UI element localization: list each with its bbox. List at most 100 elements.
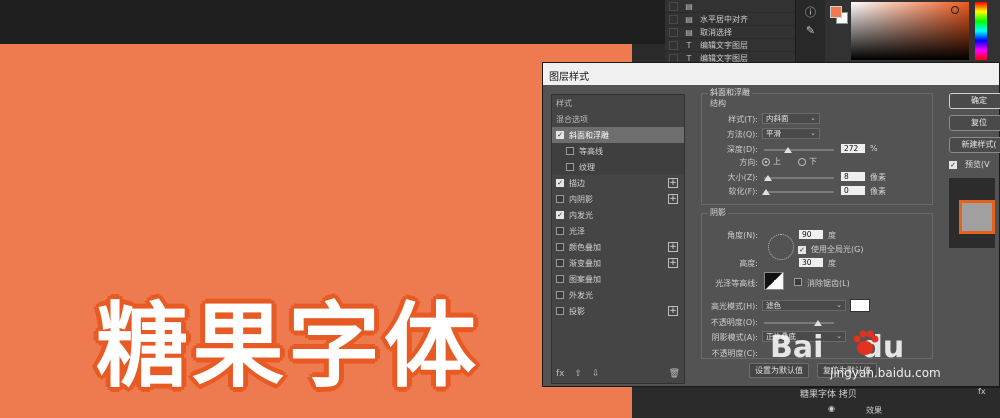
style-item-label: 渐变叠加 [569, 258, 601, 268]
dialog-title: 图层样式 [543, 63, 999, 85]
highlight-mode-select[interactable]: 滤色 ⌄ [762, 300, 846, 311]
style-item-label: 光泽 [569, 226, 585, 236]
style-item-label: 颜色叠加 [569, 242, 601, 252]
layer-name[interactable]: 糖果字体 拷贝 [800, 387, 857, 400]
trash-icon[interactable]: 🗑 [669, 369, 680, 379]
highlight-color-swatch[interactable] [850, 299, 870, 312]
style-item-label: 图案叠加 [569, 274, 601, 284]
style-checkbox[interactable] [556, 307, 564, 315]
canvas-top-strip [0, 0, 665, 44]
style-item[interactable]: 外发光 [552, 287, 684, 303]
new-style-button[interactable]: 新建样式( [949, 137, 1000, 153]
dialog-actions: 确定 复位 新建样式( ✓ 预览(V [949, 93, 1000, 248]
add-style-icon[interactable]: + [668, 258, 678, 268]
depth-slider[interactable] [764, 149, 834, 151]
soften-slider[interactable] [764, 191, 834, 193]
history-panel: ▤ ▤ 水平居中对齐 ▤ 取消选择 T 编辑文字图层 T 编辑文字图层 [665, 0, 795, 65]
style-checkbox[interactable] [566, 163, 574, 171]
style-select[interactable]: 内斜面 ⌄ [762, 113, 820, 124]
style-item[interactable]: 纹理 [552, 159, 684, 175]
style-checkbox[interactable] [556, 195, 564, 203]
history-item[interactable]: ▤ 水平居中对齐 [665, 13, 795, 26]
style-item[interactable]: 投影 + [552, 303, 684, 319]
document-canvas[interactable]: 糖果字体 [0, 44, 632, 418]
style-checkbox[interactable] [556, 227, 564, 235]
style-checkbox[interactable]: ✓ [556, 179, 564, 187]
make-default-button[interactable]: 设置为默认值 [749, 363, 809, 378]
doc-icon: ▤ [685, 14, 693, 24]
style-checkbox[interactable] [556, 259, 564, 267]
global-light-checkbox[interactable]: ✓ 使用全局光(G) [798, 244, 863, 255]
add-style-icon[interactable]: + [668, 178, 678, 188]
brush-icon[interactable]: ✎ [800, 24, 822, 40]
color-panel [825, 0, 1000, 62]
depth-slider-thumb[interactable] [784, 147, 792, 153]
info-icon[interactable]: ⓘ [800, 4, 822, 20]
add-style-icon[interactable]: + [668, 306, 678, 316]
color-field[interactable] [851, 2, 969, 60]
fx-icon[interactable]: fx [556, 369, 565, 379]
soften-field[interactable]: 0 [840, 185, 866, 196]
style-item-label: 投影 [569, 306, 585, 316]
antialias-checkbox[interactable]: 消除锯齿(L) [794, 278, 850, 289]
style-item-label: 内阴影 [569, 194, 593, 204]
eye-icon[interactable]: ◉ [828, 404, 835, 413]
layers-panel: 糖果字体 拷贝 fx ◉ 效果 [800, 387, 1000, 418]
add-style-icon[interactable]: + [668, 194, 678, 204]
doc-icon: ▤ [685, 27, 693, 37]
size-field[interactable]: 8 [840, 171, 866, 182]
style-checkbox[interactable] [556, 275, 564, 283]
style-item[interactable]: 渐变叠加 + [552, 255, 684, 271]
style-checkbox[interactable]: ✓ [556, 211, 564, 219]
direction-up-radio[interactable]: 上 [762, 156, 781, 167]
history-item[interactable]: ▤ 取消选择 [665, 26, 795, 39]
candy-text: 糖果字体 [96, 293, 481, 400]
style-checkbox[interactable] [556, 291, 564, 299]
style-item[interactable]: ✓ 描边 + [552, 175, 684, 191]
history-item[interactable]: T 编辑文字图层 [665, 39, 795, 52]
style-item[interactable]: 颜色叠加 + [552, 239, 684, 255]
highlight-opacity-thumb[interactable] [814, 320, 822, 326]
size-slider-thumb[interactable] [764, 175, 772, 181]
method-select[interactable]: 平滑 ⌄ [762, 128, 820, 139]
watermark-url: jingyan.baidu.com [830, 366, 941, 380]
hue-slider[interactable] [975, 2, 987, 60]
altitude-field[interactable]: 30 [798, 257, 824, 268]
move-down-icon[interactable]: ⇩ [592, 369, 600, 379]
style-item[interactable]: 等高线 [552, 143, 684, 159]
history-item[interactable]: ▤ [665, 0, 795, 13]
baidu-logo: Bai du [770, 330, 905, 365]
style-item[interactable]: 图案叠加 [552, 271, 684, 287]
style-checkbox[interactable]: ✓ [556, 131, 564, 139]
angle-field[interactable]: 90 [798, 229, 824, 240]
foreground-color-swatch[interactable] [830, 6, 842, 18]
styles-list: 样式 混合选项 ✓ 斜面和浮雕 等高线 纹理 ✓ 描边 + 内阴影 + ✓ 内发光 光泽 颜色叠加 + 渐变… [551, 94, 685, 384]
soften-slider-thumb[interactable] [762, 189, 770, 195]
style-item[interactable]: 内阴影 + [552, 191, 684, 207]
style-item-label: 内发光 [569, 210, 593, 220]
style-checkbox[interactable] [566, 147, 574, 155]
styles-header[interactable]: 样式 [552, 95, 684, 111]
gloss-contour-picker[interactable] [764, 272, 784, 290]
style-checkbox[interactable] [556, 243, 564, 251]
style-item[interactable]: ✓ 斜面和浮雕 [552, 127, 684, 143]
blending-options[interactable]: 混合选项 [552, 111, 684, 127]
style-item[interactable]: ✓ 内发光 [552, 207, 684, 223]
angle-dial[interactable] [768, 234, 794, 260]
style-item-label: 斜面和浮雕 [569, 130, 609, 140]
styles-footer: fx ⇧ ⇩ 🗑 [556, 369, 680, 379]
depth-field[interactable]: 272 [840, 143, 866, 154]
reset-button[interactable]: 复位 [949, 115, 1000, 131]
preview-checkbox[interactable]: ✓ 预览(V [949, 159, 1000, 170]
color-picker-cursor[interactable] [951, 6, 959, 14]
bevel-group: 斜面和浮雕 结构 样式(T): 内斜面 ⌄ 方法(Q): 平滑 ⌄ 深度(D): 2… [701, 87, 933, 205]
ok-button[interactable]: 确定 [949, 93, 1000, 109]
highlight-opacity-slider[interactable] [764, 322, 834, 324]
add-style-icon[interactable]: + [668, 242, 678, 252]
move-up-icon[interactable]: ⇧ [575, 369, 583, 379]
style-item-label: 等高线 [579, 146, 603, 156]
style-preview [949, 178, 995, 248]
direction-down-radio[interactable]: 下 [798, 156, 817, 167]
size-slider[interactable] [764, 177, 834, 179]
style-item[interactable]: 光泽 [552, 223, 684, 239]
